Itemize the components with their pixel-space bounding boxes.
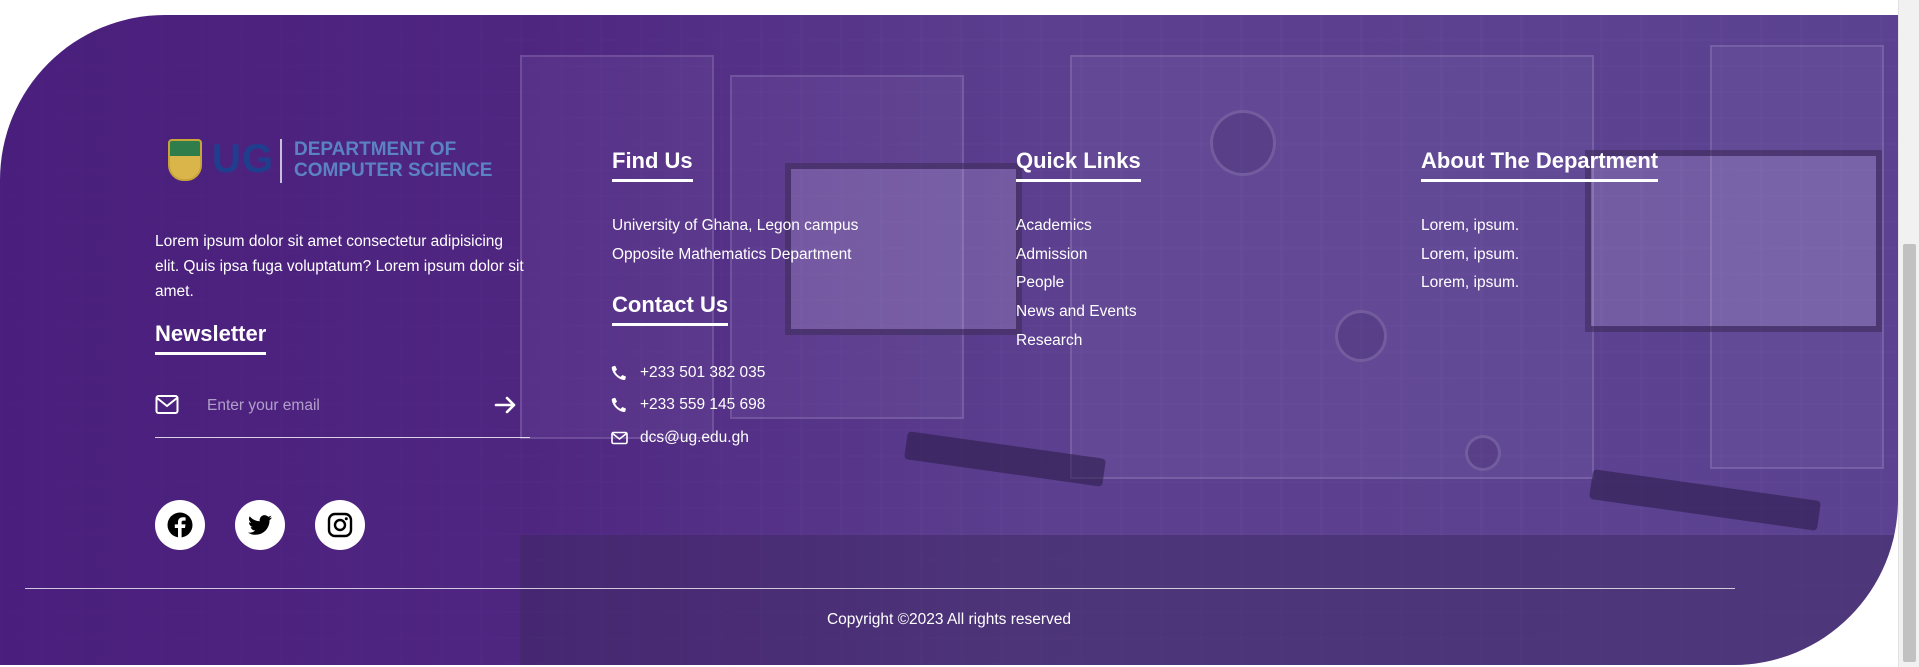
twitter-button[interactable] [235,500,285,550]
instagram-button[interactable] [315,500,365,550]
quick-link-news-events[interactable]: News and Events [1016,303,1137,320]
about-link[interactable]: Lorem, ipsum. [1421,246,1519,263]
newsletter-heading: Newsletter [155,321,267,355]
background-dial [1210,110,1276,176]
page-scrollbar[interactable] [1898,0,1919,667]
department-logo[interactable]: UG DEPARTMENT OF COMPUTER SCIENCE [168,137,508,185]
background-keyboard [1589,469,1821,531]
footer-about-text: Lorem ipsum dolor sit amet consectetur a… [155,233,524,300]
copyright-text: Copyright ©2023 All rights reserved [826,611,1072,628]
newsletter-form [155,389,530,438]
find-us-address: University of Ghana, Legon campus Opposi… [612,212,858,269]
find-us-heading: Find Us [612,148,693,182]
address-line: University of Ghana, Legon campus [612,217,859,234]
quick-link-admission[interactable]: Admission [1016,246,1088,263]
quick-link-people[interactable]: People [1016,274,1064,291]
logo-separator [280,139,282,183]
quick-link-academics[interactable]: Academics [1016,217,1092,234]
about-department-list: Lorem, ipsum. Lorem, ipsum. Lorem, ipsum… [1421,212,1519,298]
instagram-icon [327,512,353,538]
logo-ug-text: UG [212,137,274,181]
background-bench [520,535,1898,665]
scrollbar-thumb[interactable] [1903,244,1916,662]
phone-icon [611,365,626,381]
site-footer: UG DEPARTMENT OF COMPUTER SCIENCE Lorem … [0,15,1898,665]
contact-text: +233 559 145 698 [640,396,766,413]
quick-links-list: Academics Admission People News and Even… [1016,212,1137,355]
contact-text: +233 501 382 035 [640,364,766,381]
newsletter-email-input[interactable] [205,391,469,421]
background-dial [1335,310,1387,362]
about-link[interactable]: Lorem, ipsum. [1421,217,1519,234]
phone-icon [611,397,626,413]
envelope-icon [155,395,179,414]
logo-department-text: DEPARTMENT OF COMPUTER SCIENCE [294,139,493,181]
facebook-button[interactable] [155,500,205,550]
contact-text: dcs@ug.edu.gh [640,429,749,446]
footer-divider [25,588,1735,589]
background-equipment-panel [1710,45,1884,469]
about-link[interactable]: Lorem, ipsum. [1421,274,1519,291]
background-keyboard [904,431,1106,487]
envelope-icon [611,431,628,445]
contact-us-heading: Contact Us [612,292,729,326]
facebook-icon [167,512,193,538]
about-department-heading: About The Department [1421,148,1659,182]
arrow-right-icon[interactable] [493,393,519,417]
background-dial [1465,435,1501,471]
quick-link-research[interactable]: Research [1016,332,1082,349]
quick-links-heading: Quick Links [1016,148,1141,182]
address-line: Opposite Mathematics Department [612,245,852,263]
twitter-icon [248,515,272,535]
university-crest-icon [168,139,202,181]
